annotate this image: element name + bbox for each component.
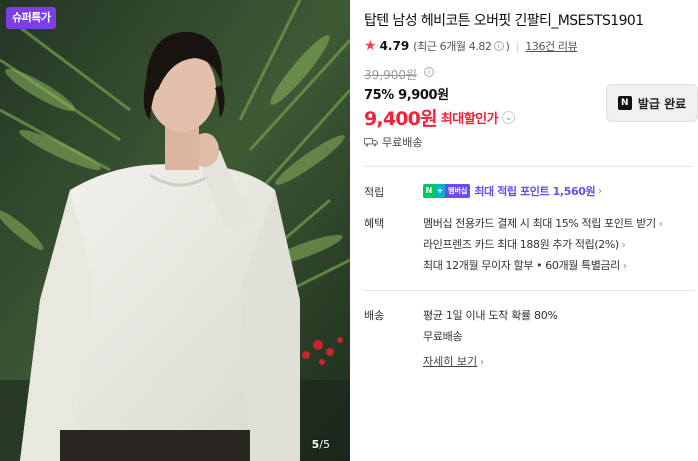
price-info-icon[interactable]: i [424, 67, 434, 77]
max-discount-price: 9,400원 [364, 108, 438, 130]
info-icon[interactable]: i [493, 41, 504, 51]
discount-percent: 75% [364, 88, 394, 103]
delivery-detail-link[interactable]: 자세히 보기 › [423, 353, 484, 369]
benefit-text: 라인프렌즈 카드 최대 188원 추가 적립(2%) [423, 238, 619, 251]
chevron-right-icon: › [480, 357, 485, 368]
free-shipping-label: 무료배송 [382, 136, 423, 149]
benefits-label: 혜택 [364, 217, 385, 230]
recent-rating: (최근 6개월 4.82 [413, 40, 492, 53]
product-photo [0, 0, 350, 461]
chevron-right-icon: › [621, 240, 626, 251]
truck-icon [364, 138, 378, 147]
detail-link-text: 자세히 보기 [423, 355, 478, 368]
sale-price-row: 75% 9,900원 [364, 84, 449, 103]
delivery-estimate: 평균 1일 이내 도착 확률 80% [423, 309, 558, 322]
delivery-fee: 무료배송 [423, 330, 463, 343]
original-price: 39,900원 [364, 68, 418, 82]
points-row[interactable]: N + 멤버십 최대 적립 포인트 1,560원 › [423, 183, 602, 199]
chevron-right-icon: › [658, 219, 663, 230]
benefit-text: 최대 12개월 무이자 할부 • 60개월 특별금리 [423, 259, 620, 272]
badge-membership: 멤버십 [445, 184, 471, 198]
naver-membership-badge: N + 멤버십 [423, 184, 471, 198]
product-title: 탑텐 남성 헤비코튼 오버핏 긴팔티_MSE5TS1901 [364, 13, 644, 29]
badge-n: N [423, 184, 435, 198]
recent-rating-close: ) [505, 39, 510, 53]
chevron-right-icon: › [598, 185, 603, 197]
max-discount-row[interactable]: 9,400원 최대할인가 ⌄ [364, 104, 516, 131]
benefit-item[interactable]: 라인프렌즈 카드 최대 188원 추가 적립(2%) › [423, 236, 626, 252]
delivery-label: 배송 [364, 309, 385, 322]
chevron-right-icon: › [622, 261, 627, 272]
super-deal-badge: 슈퍼특가 [6, 7, 57, 29]
coupon-button-label: 발급 완료 [637, 96, 687, 111]
rating-row: ★ 4.79 (최근 6개월 4.82 i ) | 136건 리뷰 [364, 38, 578, 54]
benefit-item[interactable]: 최대 12개월 무이자 할부 • 60개월 특별금리 › [423, 257, 627, 273]
rating-score: 4.79 [379, 39, 410, 53]
naver-logo-icon: N [617, 96, 632, 110]
divider [364, 290, 694, 291]
coupon-issued-button[interactable]: N 발급 완료 [606, 84, 698, 122]
max-discount-label: 최대할인가 [440, 112, 499, 127]
badge-plus: + [435, 184, 445, 198]
image-counter-total: /5 [319, 438, 330, 451]
review-count-link[interactable]: 136건 리뷰 [525, 38, 577, 54]
chevron-down-icon[interactable]: ⌄ [502, 111, 516, 124]
star-icon: ★ [364, 38, 377, 54]
sale-price: 9,900원 [398, 88, 449, 103]
max-points-text: 최대 적립 포인트 1,560원 [474, 185, 596, 198]
divider [364, 166, 694, 167]
image-counter: 5/5 [312, 438, 330, 451]
product-image[interactable]: 슈퍼특가 5/5 [0, 0, 350, 461]
product-info-panel: 탑텐 남성 헤비코튼 오버핏 긴팔티_MSE5TS1901 ★ 4.79 (최근… [364, 0, 698, 461]
benefit-text: 멤버십 전용카드 결제 시 최대 15% 적립 포인트 받기 [423, 217, 656, 230]
points-label: 적립 [364, 186, 385, 199]
benefit-item[interactable]: 멤버십 전용카드 결제 시 최대 15% 적립 포인트 받기 › [423, 215, 663, 231]
free-shipping-row: 무료배송 [364, 134, 422, 150]
divider-bar: | [515, 39, 520, 53]
